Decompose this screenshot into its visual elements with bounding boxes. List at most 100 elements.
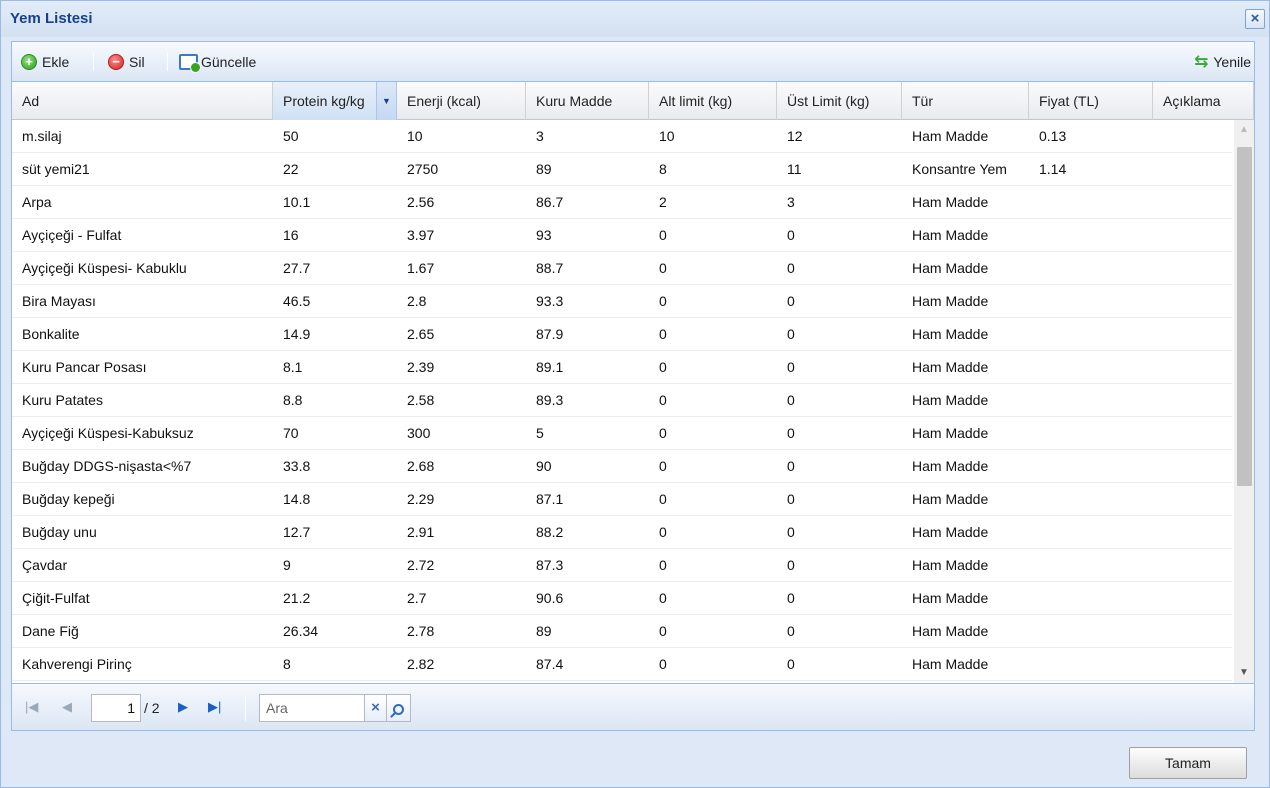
table-row[interactable]: Buğday DDGS-nişasta<%7 33.8 2.68 90 0 0 Ham Ma… [12,450,1232,483]
table-row[interactable]: m.silaj 50 10 3 10 12 Ham Madde 0.13 [12,120,1232,153]
table-row[interactable]: Kuru Pancar Posası 8.1 2.39 89.1 0 0 Ham Madde [12,351,1232,384]
table-row[interactable]: süt yemi21 22 2750 89 8 11 Konsantre Yem 1.14 [12,153,1232,186]
last-page-icon[interactable]: ▶| [208,699,221,715]
table-row[interactable]: Ayçiçeği Küspesi-Kabuksuz 70 300 5 0 0 Ham Mad… [12,417,1232,450]
cell-type: Ham Madde [912,326,989,342]
cell-dry-matter: 93.3 [536,293,564,309]
column-header-max-limit[interactable]: Üst Limit (kg) [777,82,902,120]
table-row[interactable]: Bira Mayası 46.5 2.8 93.3 0 0 Ham Madde [12,285,1232,318]
column-header-protein[interactable]: Protein kg/kg ▼ [273,82,397,120]
cell-energy: 2.56 [407,194,435,210]
cell-name: Kuru Patates [22,392,103,408]
cell-min-limit: 0 [659,491,667,507]
cell-type: Ham Madde [912,194,989,210]
vertical-scrollbar[interactable]: ▲ ▼ [1234,120,1254,683]
table-row[interactable]: Ayçiçeği - Fulfat 16 3.97 93 0 0 Ham Madde [12,219,1232,252]
cell-dry-matter: 89.1 [536,359,564,375]
refresh-button[interactable]: ⇆ Yenile [1194,51,1251,73]
cell-protein: 12.7 [283,524,311,540]
column-header-dry-matter[interactable]: Kuru Madde [526,82,649,120]
column-header-min-limit[interactable]: Alt limit (kg) [649,82,777,120]
column-header-description[interactable]: Açıklama [1153,82,1254,120]
table-row[interactable]: Çavdar 9 2.72 87.3 0 0 Ham Madde [12,549,1232,582]
refresh-label: Yenile [1213,54,1251,70]
cell-name: Bonkalite [22,326,80,342]
cell-protein: 21.2 [283,590,311,606]
cell-dry-matter: 93 [536,227,552,243]
cell-energy: 300 [407,425,431,441]
cell-price [1029,516,1153,549]
scrollbar-thumb[interactable] [1237,147,1252,486]
cell-max-limit: 0 [787,227,795,243]
cell-price [1029,549,1153,582]
delete-icon: − [108,54,124,70]
first-page-icon[interactable]: |◀ [25,699,38,715]
table-row[interactable]: Kuru Patates 8.8 2.58 89.3 0 0 Ham Madde [12,384,1232,417]
table-row[interactable]: Ayçiçeği Küspesi- Kabuklu 27.7 1.67 88.7 0 0 H… [12,252,1232,285]
table-row[interactable]: Çiğit-Fulfat 21.2 2.7 90.6 0 0 Ham Madde [12,582,1232,615]
column-header-energy[interactable]: Enerji (kcal) [397,82,526,120]
table-row[interactable]: Kahverengi Pirinç 8 2.82 87.4 0 0 Ham Madde [12,648,1232,681]
table-row[interactable]: Buğday kepeği 14.8 2.29 87.1 0 0 Ham Madde [12,483,1232,516]
cell-energy: 2.8 [407,293,427,309]
cell-energy: 2.72 [407,557,435,573]
search-input[interactable] [259,694,365,722]
cell-min-limit: 0 [659,293,667,309]
cell-min-limit: 0 [659,557,667,573]
table-row[interactable]: Bonkalite 14.9 2.65 87.9 0 0 Ham Madde [12,318,1232,351]
column-header-name[interactable]: Ad [12,82,273,120]
scroll-up-icon[interactable]: ▲ [1234,120,1254,140]
add-button[interactable]: + Ekle [21,51,69,73]
update-button[interactable]: Güncelle [179,51,256,73]
cell-dry-matter: 87.1 [536,491,564,507]
cell-description [1153,351,1232,384]
cell-max-limit: 0 [787,524,795,540]
cell-name: Buğday kepeği [22,491,115,507]
table-row[interactable]: Arpa 10.1 2.56 86.7 2 3 Ham Madde [12,186,1232,219]
cell-name: Çiğit-Fulfat [22,590,90,606]
cell-protein: 14.8 [283,491,311,507]
column-header-price[interactable]: Fiyat (TL) [1029,82,1153,120]
cell-min-limit: 0 [659,656,667,672]
table-row[interactable]: Buğday unu 12.7 2.91 88.2 0 0 Ham Madde [12,516,1232,549]
delete-button[interactable]: − Sil [108,51,145,73]
update-icon [179,54,201,73]
column-menu-icon[interactable]: ▼ [376,82,396,120]
next-page-icon[interactable]: ▶ [178,699,188,715]
table-row[interactable]: Dane Fiğ 26.34 2.78 89 0 0 Ham Madde [12,615,1232,648]
cell-name: Buğday DDGS-nişasta<%7 [22,458,192,474]
cell-energy: 2.39 [407,359,435,375]
cell-max-limit: 0 [787,425,795,441]
cell-price [1029,582,1153,615]
yem-listesi-window: Yem Listesi × + Ekle − Sil Güncelle ⇆ Ye… [0,0,1270,788]
cell-name: Arpa [22,194,52,210]
cell-protein: 50 [283,128,299,144]
cell-min-limit: 0 [659,326,667,342]
ok-button[interactable]: Tamam [1129,747,1247,779]
clear-search-icon[interactable]: × [365,694,387,722]
prev-page-icon[interactable]: ◀ [62,699,72,715]
cell-name: Kuru Pancar Posası [22,359,147,375]
cell-type: Konsantre Yem [912,161,1007,177]
cell-price [1029,252,1153,285]
cell-dry-matter: 87.9 [536,326,564,342]
search-icon [393,704,404,715]
cell-max-limit: 0 [787,260,795,276]
cell-dry-matter: 89 [536,161,552,177]
column-header-type[interactable]: Tür [902,82,1029,120]
cell-energy: 2.82 [407,656,435,672]
cell-description [1153,318,1232,351]
page-number-input[interactable] [91,694,141,722]
cell-max-limit: 0 [787,491,795,507]
scroll-down-icon[interactable]: ▼ [1234,663,1254,683]
cell-price [1029,417,1153,450]
cell-energy: 2750 [407,161,439,177]
cell-price [1029,351,1153,384]
cell-protein: 22 [283,161,299,177]
close-icon[interactable]: × [1245,9,1265,29]
cell-max-limit: 0 [787,623,795,639]
cell-dry-matter: 5 [536,425,544,441]
search-button[interactable] [387,694,411,722]
cell-name: Bira Mayası [22,293,96,309]
cell-price [1029,648,1153,681]
